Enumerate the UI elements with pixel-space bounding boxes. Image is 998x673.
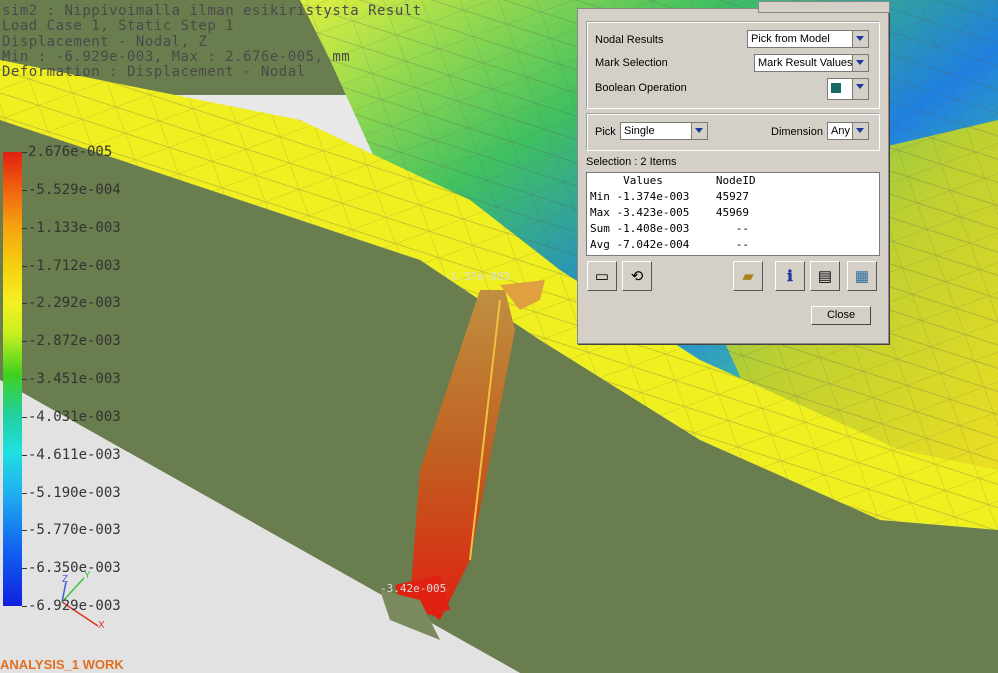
chevron-down-icon[interactable] <box>852 31 868 47</box>
table-row[interactable]: Sum -1.408e-003 -- <box>590 222 749 235</box>
spreadsheet-icon: ▦ <box>854 268 870 285</box>
chevron-down-icon[interactable] <box>852 123 868 139</box>
legend-tick-label: -4.031e-003 <box>28 408 121 425</box>
boolean-operation-select[interactable] <box>827 78 869 100</box>
dimension-label: Dimension <box>771 126 823 138</box>
legend-tick <box>22 454 27 456</box>
table-row[interactable]: Avg -7.042e-004 -- <box>590 238 749 251</box>
pick-value: Single <box>624 125 655 137</box>
nodal-results-group: Nodal Results Pick from Model Mark Selec… <box>586 21 880 109</box>
edit-marker-button[interactable]: ▭ <box>587 261 617 291</box>
legend-tick <box>22 568 27 570</box>
pick-group: Pick Single Dimension Any <box>586 113 880 151</box>
document-icon: ▤ <box>817 268 833 285</box>
legend-tick <box>22 152 27 153</box>
min-max-label: Min : -6.929e-003, Max : 2.676e-005, mm <box>2 49 351 65</box>
dimension-value: Any <box>831 125 850 137</box>
node-value-label-top: -1.37e-003 <box>444 270 511 283</box>
legend-tick-label: 2.676e-005 <box>28 144 113 160</box>
mark-selection-select[interactable]: Mark Result Values <box>754 54 869 72</box>
spreadsheet-button[interactable]: ▦ <box>847 261 877 291</box>
analysis-status-label: ANALYSIS_1 WORK <box>0 657 124 672</box>
legend-tick <box>22 530 27 532</box>
legend-tick-label: -2.872e-003 <box>28 333 121 350</box>
mark-selection-label: Mark Selection <box>595 57 668 69</box>
legend-tick-label: -5.770e-003 <box>28 522 121 539</box>
mark-selection-value: Mark Result Values <box>758 57 853 69</box>
legend-tick <box>22 492 27 494</box>
legend-tick-label: -2.292e-003 <box>28 295 121 312</box>
legend-tick <box>22 265 27 267</box>
info-button[interactable]: ℹ <box>775 261 805 291</box>
legend-tick-label: -6.350e-003 <box>28 560 121 577</box>
pick-select[interactable]: Single <box>620 122 708 140</box>
rotate-icon: ⟲ <box>630 268 644 285</box>
selection-count-label: Selection : 2 Items <box>586 156 677 168</box>
axis-x-label: X <box>98 620 105 631</box>
marker-icon: ▭ <box>594 268 610 285</box>
axis-z-label: Z <box>62 574 69 585</box>
boolean-operation-label: Boolean Operation <box>595 82 687 94</box>
legend-tick-label: -6.929e-003 <box>28 598 121 614</box>
report-button[interactable]: ▤ <box>810 261 840 291</box>
legend-tick-label: -3.451e-003 <box>28 371 121 387</box>
results-table-header: Values NodeID <box>590 174 756 187</box>
legend-tick-label: -5.529e-004 <box>28 181 121 198</box>
legend-tick-label: -1.133e-003 <box>28 219 121 236</box>
legend-tick <box>22 189 27 191</box>
legend-tick <box>22 227 27 229</box>
node-value-label-bottom: -3.42e-005 <box>380 582 447 595</box>
table-row[interactable]: Min -1.374e-003 45927 <box>590 190 749 203</box>
nodal-results-value: Pick from Model <box>751 33 830 45</box>
folder-icon: ▰ <box>742 268 754 285</box>
legend-tick-label: -4.611e-003 <box>28 446 121 463</box>
legend-tick-label: -1.712e-003 <box>28 257 121 274</box>
table-row[interactable]: Max -3.423e-005 45969 <box>590 206 749 219</box>
pick-label: Pick <box>595 126 616 138</box>
reset-view-button[interactable]: ⟲ <box>622 261 652 291</box>
results-probe-dialog[interactable]: Nodal Results Pick from Model Mark Selec… <box>577 1 890 344</box>
legend-tick <box>22 303 27 305</box>
open-folder-button[interactable]: ▰ <box>733 261 763 291</box>
legend-tick <box>22 341 27 343</box>
nodal-results-label: Nodal Results <box>595 34 664 46</box>
legend-tick <box>22 379 27 380</box>
dialog-titlebar[interactable] <box>758 1 890 13</box>
chevron-down-icon[interactable] <box>852 55 868 71</box>
nodal-results-select[interactable]: Pick from Model <box>747 30 869 48</box>
results-table[interactable]: Values NodeID Min -1.374e-003 45927 Max … <box>586 172 880 256</box>
result-title: sim2 : Nippivoimalla ilman esikiristysta… <box>2 3 422 19</box>
axis-y-label: Y <box>84 570 91 581</box>
load-case-label: Load Case 1, Static Step 1 <box>2 18 235 34</box>
legend-tick-label: -5.190e-003 <box>28 484 121 501</box>
dimension-select[interactable]: Any <box>827 122 869 140</box>
close-button[interactable]: Close <box>811 306 871 325</box>
legend-tick <box>22 606 27 607</box>
deformation-label: Deformation : Displacement - Nodal <box>2 64 306 80</box>
info-icon: ℹ <box>787 268 793 285</box>
result-type-label: Displacement - Nodal, Z <box>2 34 208 50</box>
chevron-down-icon[interactable] <box>852 79 868 99</box>
color-legend-bar <box>3 152 22 606</box>
boolean-operation-icon <box>831 83 841 93</box>
legend-tick <box>22 416 27 418</box>
chevron-down-icon[interactable] <box>691 123 707 139</box>
